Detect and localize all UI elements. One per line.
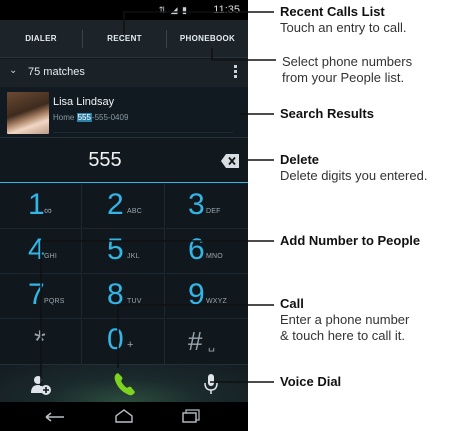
key-hash[interactable]: # ␣ — [166, 319, 248, 364]
tab-recent[interactable]: RECENT — [83, 20, 166, 58]
key-digit: 9 — [188, 278, 205, 311]
backspace-icon[interactable] — [221, 154, 239, 168]
tab-bar: DIALER RECENT PHONEBOOK — [0, 20, 248, 78]
navigation-bar — [0, 402, 248, 431]
back-icon[interactable] — [44, 410, 66, 424]
matches-count: 75 matches — [28, 66, 85, 78]
key-9[interactable]: 9 WXYZ — [166, 274, 248, 319]
contact-name: Lisa Lindsay — [53, 96, 115, 108]
callout-phonebook: Select phone numbers from your People li… — [282, 54, 412, 86]
pause-icon: ␣ — [208, 340, 216, 352]
key-digit: 3 — [188, 188, 205, 221]
key-6[interactable]: 6 MNO — [166, 229, 248, 274]
key-digit: 8 — [107, 278, 124, 311]
search-result-item[interactable]: Lisa Lindsay Home 555-555-0409 — [0, 88, 248, 138]
microphone-icon[interactable] — [203, 373, 219, 395]
callout-desc: Select phone numbers — [282, 54, 413, 69]
key-letters: PQRS — [44, 298, 65, 305]
call-bar — [0, 364, 248, 402]
key-digit: # — [188, 326, 203, 356]
voicemail-icon: ∞ — [44, 205, 53, 217]
callout-title: Call — [280, 296, 304, 311]
key-0[interactable]: 0 + — [83, 319, 165, 364]
avatar — [7, 92, 49, 134]
callout-desc: & touch here to call it. — [280, 328, 406, 343]
chevron-down-icon[interactable]: ⌄ — [9, 65, 17, 76]
divider — [53, 132, 233, 133]
key-letters: DEF — [206, 208, 221, 215]
key-letters: JKL — [127, 253, 140, 260]
key-1[interactable]: 1 ∞ — [0, 184, 82, 229]
key-digit: 4 — [28, 233, 45, 266]
key-3[interactable]: 3 DEF — [166, 184, 248, 229]
callout-title: Add Number to People — [280, 233, 421, 248]
callout-desc: from your People list. — [282, 70, 405, 85]
key-4[interactable]: 4 GHI — [0, 229, 82, 274]
entered-digits: 555 — [88, 149, 122, 171]
key-7[interactable]: 7 PQRS — [0, 274, 82, 319]
callout-call: Call Enter a phone number & touch here t… — [280, 296, 409, 344]
status-icons: ⇅ ◢ ▮ — [158, 5, 188, 15]
callout-desc: Enter a phone number — [280, 312, 410, 327]
key-2[interactable]: 2 ABC — [83, 184, 165, 229]
matches-bar[interactable]: ⌄ 75 matches — [0, 59, 248, 87]
callout-desc: Touch an entry to call. — [280, 20, 407, 35]
key-digit: 6 — [188, 233, 205, 266]
key-5[interactable]: 5 JKL — [83, 229, 165, 274]
callout-search-results: Search Results — [280, 106, 374, 122]
callout-voice-dial: Voice Dial — [280, 374, 341, 390]
key-letters: ABC — [127, 208, 142, 215]
callout-title: Voice Dial — [280, 374, 342, 389]
add-person-icon[interactable] — [30, 374, 52, 396]
key-letters: + — [127, 339, 134, 351]
number-rest: -555-0409 — [91, 113, 129, 122]
contact-number: Home 555-555-0409 — [53, 113, 128, 122]
key-letters: TUV — [127, 298, 142, 305]
key-star[interactable]: * — [0, 319, 82, 364]
tab-dialer[interactable]: DIALER — [0, 20, 82, 58]
key-digit: 1 — [28, 188, 45, 221]
number-match-highlight: 555 — [76, 113, 92, 122]
status-bar: ⇅ ◢ ▮ 11:35 — [0, 0, 248, 20]
callout-title: Recent Calls List — [280, 4, 385, 19]
key-letters: MNO — [206, 253, 223, 260]
key-letters: WXYZ — [206, 298, 228, 305]
callout-recent-calls: Recent Calls List Touch an entry to call… — [280, 4, 406, 36]
key-letters: GHI — [44, 253, 58, 260]
home-icon[interactable] — [114, 408, 134, 424]
status-time: 11:35 — [213, 4, 240, 16]
callout-title: Delete — [280, 152, 320, 167]
key-digit: 0 — [107, 323, 124, 356]
callout-delete: Delete Delete digits you entered. — [280, 152, 427, 184]
dial-keypad: 1 ∞ 2 ABC 3 DEF 4 GHI 5 JKL 6 MNO 7 PQRS 8 TUV 9… — [0, 184, 248, 364]
key-digit: 2 — [107, 188, 124, 221]
key-digit: * — [34, 325, 46, 358]
callout-title: Search Results — [280, 106, 374, 121]
key-digit: 5 — [107, 233, 124, 266]
tab-phonebook[interactable]: PHONEBOOK — [167, 20, 248, 58]
phone-screen: ⇅ ◢ ▮ 11:35 DIALER RECENT PHONEBOOK ⌄ 75… — [0, 0, 248, 431]
phone-icon[interactable] — [112, 371, 136, 397]
key-8[interactable]: 8 TUV — [83, 274, 165, 319]
digits-field[interactable]: 555 — [0, 139, 248, 183]
key-digit: 7 — [28, 278, 45, 311]
overflow-menu-icon[interactable] — [232, 63, 238, 81]
callout-desc: Delete digits you entered. — [280, 168, 428, 183]
number-type: Home — [53, 113, 77, 122]
recent-apps-icon[interactable] — [182, 409, 200, 423]
callout-add-number: Add Number to People — [280, 233, 420, 249]
